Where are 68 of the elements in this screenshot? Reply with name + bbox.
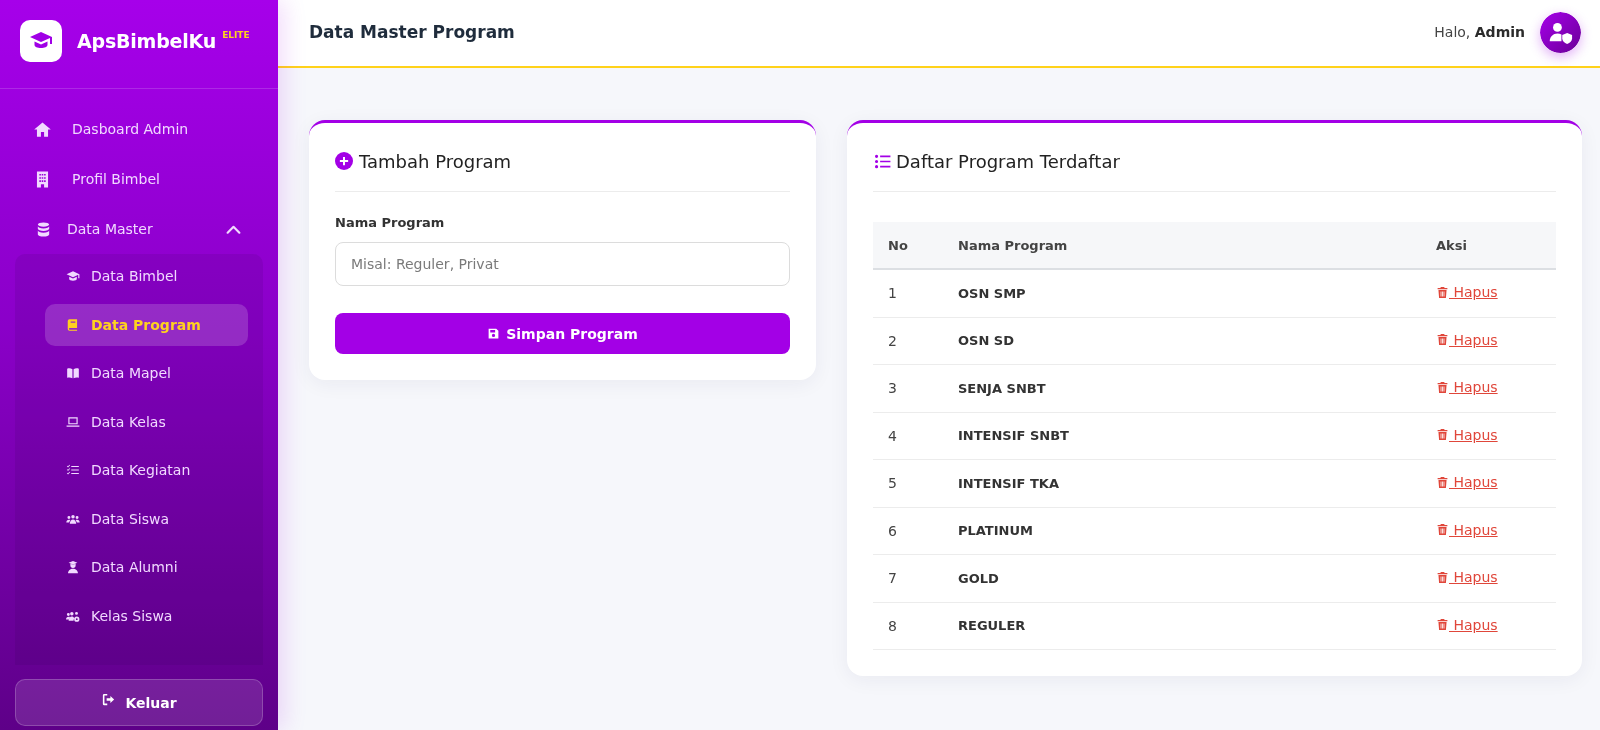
program-name: GOLD bbox=[943, 554, 1421, 602]
trash-icon bbox=[1436, 427, 1449, 442]
trash-icon bbox=[1436, 569, 1449, 585]
delete-link[interactable]: Hapus bbox=[1436, 284, 1498, 300]
sidebar-group-toggle[interactable]: Data Master bbox=[15, 204, 263, 254]
trash-icon bbox=[1436, 284, 1449, 300]
program-name: SENJA SNBT bbox=[943, 364, 1421, 412]
delete-link[interactable]: Hapus bbox=[1436, 569, 1498, 585]
logo-icon bbox=[20, 20, 62, 62]
row-number: 4 bbox=[873, 412, 943, 460]
submenu-link[interactable]: Data Mapel bbox=[45, 352, 248, 394]
brand-name: ApsBimbelKu bbox=[77, 30, 217, 52]
trash-icon bbox=[1436, 379, 1449, 395]
trash-icon bbox=[1436, 474, 1449, 490]
delete-link[interactable]: Hapus bbox=[1436, 616, 1498, 633]
checklist-icon bbox=[66, 463, 80, 477]
sidebar-link[interactable]: Profil Bimbel bbox=[15, 154, 263, 204]
program-name: REGULER bbox=[943, 602, 1421, 650]
delete-link[interactable]: Hapus bbox=[1436, 331, 1498, 348]
row-number: 3 bbox=[873, 364, 943, 412]
delete-link[interactable]: Hapus bbox=[1436, 474, 1498, 490]
home-icon bbox=[33, 119, 52, 139]
open-book-icon bbox=[66, 366, 80, 380]
greeting-text: Halo, Admin bbox=[1434, 24, 1525, 40]
trash-icon bbox=[1436, 522, 1449, 537]
column-header: Nama Program bbox=[943, 222, 1421, 269]
delete-link[interactable]: Hapus bbox=[1436, 379, 1498, 395]
row-number: 2 bbox=[873, 317, 943, 365]
card-title: Daftar Program Terdaftar bbox=[896, 150, 1120, 172]
logout-icon bbox=[101, 692, 117, 707]
submenu-link[interactable]: Data Siswa bbox=[45, 497, 248, 540]
delete-link[interactable]: Hapus bbox=[1436, 426, 1498, 443]
save-button[interactable]: Simpan Program bbox=[335, 313, 790, 354]
laptop-icon bbox=[66, 414, 80, 429]
sidebar-link[interactable]: Dasboard Admin bbox=[15, 104, 263, 154]
program-name: PLATINUM bbox=[943, 507, 1421, 555]
graduation-cap-icon bbox=[66, 269, 80, 283]
program-name: INTENSIF TKA bbox=[943, 459, 1421, 507]
submenu-link[interactable]: Data Alumni bbox=[45, 546, 248, 588]
graduate-icon bbox=[66, 560, 80, 574]
submenu-link[interactable]: Data Bimbel bbox=[45, 255, 248, 297]
plus-circle-icon bbox=[335, 152, 353, 170]
book-icon bbox=[66, 317, 80, 332]
row-number: 1 bbox=[873, 269, 943, 317]
program-name-input[interactable]: Misal: Reguler, Privat bbox=[335, 242, 790, 286]
field-label: Nama Program bbox=[335, 214, 446, 232]
program-name: OSN SD bbox=[943, 317, 1421, 365]
submenu-link[interactable]: Data Kegiatan bbox=[45, 449, 248, 491]
card-title: Tambah Program bbox=[359, 150, 512, 172]
edition-label: ELITE bbox=[222, 30, 250, 40]
column-header: Aksi bbox=[1421, 222, 1556, 269]
database-icon bbox=[35, 219, 52, 239]
delete-link[interactable]: Hapus bbox=[1436, 521, 1498, 538]
program-name: OSN SMP bbox=[943, 269, 1421, 317]
row-number: 6 bbox=[873, 507, 943, 555]
user-shield-icon[interactable] bbox=[1540, 11, 1581, 53]
program-name: INTENSIF SNBT bbox=[943, 412, 1421, 460]
row-number: 5 bbox=[873, 459, 943, 507]
logout-button[interactable]: Keluar bbox=[15, 679, 263, 726]
row-number: 7 bbox=[873, 554, 943, 602]
trash-icon bbox=[1436, 332, 1449, 347]
column-header: No bbox=[873, 222, 943, 269]
page-title: Data Master Program bbox=[309, 22, 515, 42]
submenu-link[interactable]: Kelas Siswa bbox=[45, 594, 248, 637]
row-number: 8 bbox=[873, 602, 943, 650]
submenu-link[interactable]: Data Program bbox=[45, 303, 248, 346]
submenu-link[interactable]: Data Kelas bbox=[45, 400, 248, 443]
trash-icon bbox=[1436, 617, 1449, 632]
